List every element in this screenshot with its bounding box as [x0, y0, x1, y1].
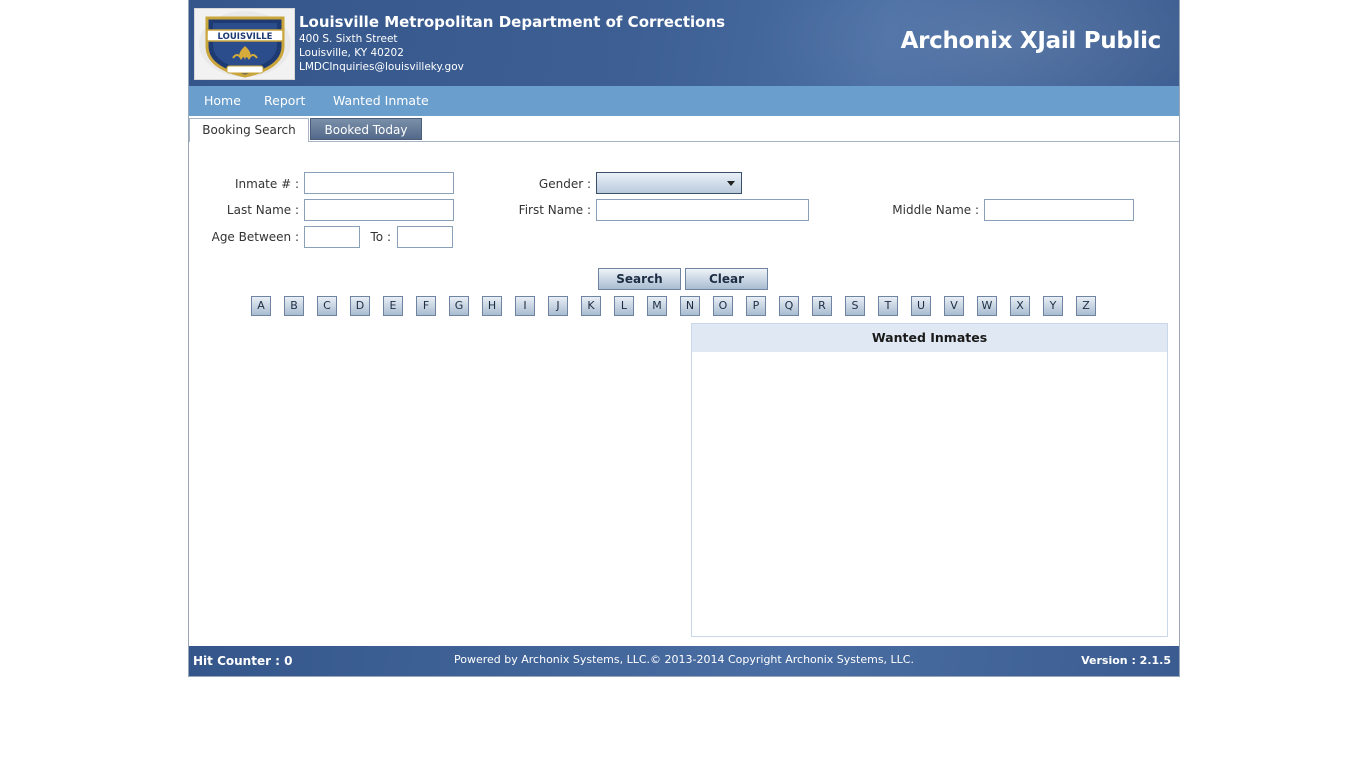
- letter-button-t[interactable]: T: [878, 296, 898, 316]
- first-name-label: First Name :: [518, 203, 591, 217]
- last-name-input[interactable]: [304, 199, 454, 221]
- first-name-input[interactable]: [596, 199, 809, 221]
- search-button[interactable]: Search: [598, 268, 681, 290]
- gender-label: Gender :: [538, 177, 591, 191]
- wanted-inmates-title: Wanted Inmates: [692, 324, 1167, 352]
- letter-button-i[interactable]: I: [515, 296, 535, 316]
- letter-button-d[interactable]: D: [350, 296, 370, 316]
- letter-button-o[interactable]: O: [713, 296, 733, 316]
- letter-button-z[interactable]: Z: [1076, 296, 1096, 316]
- last-name-label: Last Name :: [226, 203, 299, 217]
- letter-button-v[interactable]: V: [944, 296, 964, 316]
- nav-report[interactable]: Report: [264, 93, 305, 108]
- letter-button-p[interactable]: P: [746, 296, 766, 316]
- nav-home[interactable]: Home: [204, 93, 241, 108]
- letter-button-c[interactable]: C: [317, 296, 337, 316]
- letter-button-a[interactable]: A: [251, 296, 271, 316]
- inmate-number-input[interactable]: [304, 172, 454, 194]
- chevron-down-icon: [727, 181, 735, 186]
- letter-button-f[interactable]: F: [416, 296, 436, 316]
- age-to-label: To :: [370, 230, 392, 244]
- letter-button-g[interactable]: G: [449, 296, 469, 316]
- nav-wanted-inmate[interactable]: Wanted Inmate: [333, 93, 429, 108]
- department-info: Louisville Metropolitan Department of Co…: [299, 12, 725, 74]
- powered-by: Powered by Archonix Systems, LLC.© 2013-…: [454, 653, 914, 666]
- letter-button-m[interactable]: M: [647, 296, 667, 316]
- wanted-inmates-panel: Wanted Inmates: [691, 323, 1168, 637]
- letter-button-r[interactable]: R: [812, 296, 832, 316]
- letter-button-s[interactable]: S: [845, 296, 865, 316]
- age-to-input[interactable]: [397, 226, 453, 248]
- svg-text:LOUISVILLE: LOUISVILLE: [217, 32, 272, 42]
- header: LOUISVILLE Louisville Metropolitan Depar…: [189, 0, 1179, 86]
- tab-divider: [309, 141, 1179, 142]
- gender-select[interactable]: [596, 172, 742, 194]
- inmate-number-label: Inmate # :: [234, 177, 299, 191]
- department-name: Louisville Metropolitan Department of Co…: [299, 13, 726, 31]
- contact-email: LMDCInquiries@louisvilleky.gov: [299, 61, 464, 73]
- tab-booked-today[interactable]: Booked Today: [310, 118, 422, 140]
- app-title: Archonix XJail Public: [900, 28, 1162, 54]
- age-from-input[interactable]: [304, 226, 360, 248]
- letter-button-e[interactable]: E: [383, 296, 403, 316]
- letter-button-h[interactable]: H: [482, 296, 502, 316]
- page-frame: LOUISVILLE Louisville Metropolitan Depar…: [188, 0, 1180, 677]
- letter-button-q[interactable]: Q: [779, 296, 799, 316]
- version-label: Version : 2.1.5: [1081, 654, 1171, 667]
- middle-name-input[interactable]: [984, 199, 1134, 221]
- letter-button-y[interactable]: Y: [1043, 296, 1063, 316]
- main-nav: Home Report Wanted Inmate: [189, 86, 1179, 116]
- letter-button-n[interactable]: N: [680, 296, 700, 316]
- badge-icon: LOUISVILLE: [198, 11, 291, 78]
- letter-button-x[interactable]: X: [1010, 296, 1030, 316]
- middle-name-label: Middle Name :: [892, 203, 979, 217]
- footer: Hit Counter : 0 Powered by Archonix Syst…: [189, 646, 1179, 676]
- letter-button-u[interactable]: U: [911, 296, 931, 316]
- letter-button-w[interactable]: W: [977, 296, 997, 316]
- clear-button[interactable]: Clear: [685, 268, 768, 290]
- department-logo: LOUISVILLE: [194, 8, 295, 80]
- letter-button-j[interactable]: J: [548, 296, 568, 316]
- letter-button-l[interactable]: L: [614, 296, 634, 316]
- address-city: Louisville, KY 40202: [299, 47, 404, 59]
- address-street: 400 S. Sixth Street: [299, 33, 398, 45]
- age-between-label: Age Between :: [211, 230, 299, 244]
- letter-button-b[interactable]: B: [284, 296, 304, 316]
- letter-button-k[interactable]: K: [581, 296, 601, 316]
- tab-bar: Booking Search Booked Today: [189, 116, 1179, 142]
- tab-booking-search[interactable]: Booking Search: [189, 118, 309, 142]
